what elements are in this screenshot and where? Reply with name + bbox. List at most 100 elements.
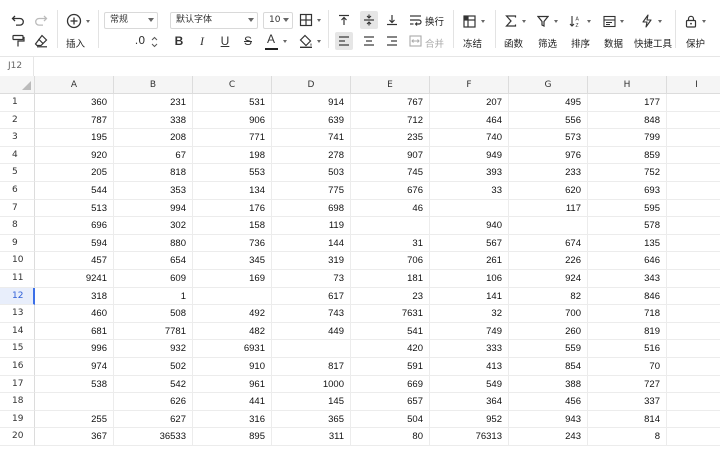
column-header-h[interactable]: H [588,76,667,94]
cell-f9[interactable]: 567 [430,234,509,253]
cell-f16[interactable]: 413 [430,358,509,376]
cell-e3[interactable]: 235 [351,129,430,147]
cell-e14[interactable]: 541 [351,322,430,341]
cell-c17[interactable]: 961 [193,375,272,394]
cell-c16[interactable]: 910 [193,358,272,376]
cell-d1[interactable]: 914 [272,94,351,112]
borders-caret[interactable] [317,19,321,22]
cell-g16[interactable]: 854 [509,358,588,376]
cell-a7[interactable]: 513 [35,199,114,218]
cell-b1[interactable]: 231 [114,94,193,112]
cell-b10[interactable]: 654 [114,252,193,270]
font-color-caret[interactable] [283,40,287,43]
bold-button[interactable]: B [172,34,186,48]
cell-c20[interactable]: 895 [193,428,272,446]
cell-a5[interactable]: 205 [35,164,114,182]
select-all-corner[interactable] [0,76,35,94]
cell-e12[interactable]: 23 [351,287,430,306]
cell-d19[interactable]: 365 [272,410,351,429]
cell-g7[interactable]: 117 [509,199,588,218]
cell-i15[interactable] [667,340,720,358]
cell-f5[interactable]: 393 [430,164,509,182]
cell-e1[interactable]: 767 [351,94,430,112]
align-top-icon[interactable] [336,12,352,28]
cell-a15[interactable]: 996 [35,340,114,358]
cell-i20[interactable] [667,428,720,446]
font-size-select[interactable]: 10 [263,12,293,29]
cell-e5[interactable]: 745 [351,164,430,182]
italic-button[interactable]: I [195,34,209,49]
sort-icon[interactable]: AZ [567,13,583,29]
cell-a12[interactable]: 318 [35,287,114,306]
fill-color-icon[interactable] [298,33,314,49]
filter-caret[interactable] [554,20,558,23]
fill-color-caret[interactable] [317,40,321,43]
cell-a6[interactable]: 544 [35,182,114,200]
row-header[interactable]: 6 [0,182,35,200]
borders-icon[interactable] [298,12,314,28]
cell-h5[interactable]: 752 [588,164,667,182]
column-header-b[interactable]: B [114,76,193,94]
cell-g12[interactable]: 82 [509,287,588,306]
row-header[interactable]: 7 [0,199,35,218]
cell-i10[interactable] [667,252,720,270]
cell-a3[interactable]: 195 [35,129,114,147]
cell-g9[interactable]: 674 [509,234,588,253]
cell-h16[interactable]: 70 [588,358,667,376]
cell-e13[interactable]: 7631 [351,305,430,323]
cell-e2[interactable]: 712 [351,111,430,130]
insert-dropdown-caret[interactable] [86,20,90,23]
cell-b15[interactable]: 932 [114,340,193,358]
cell-e11[interactable]: 181 [351,270,430,288]
cell-d3[interactable]: 741 [272,129,351,147]
cell-c15[interactable]: 6931 [193,340,272,358]
cell-i6[interactable] [667,182,720,200]
cell-c1[interactable]: 531 [193,94,272,112]
cell-c11[interactable]: 169 [193,270,272,288]
cell-b9[interactable]: 880 [114,234,193,253]
cell-d20[interactable]: 311 [272,428,351,446]
cell-h19[interactable]: 814 [588,410,667,429]
cell-f17[interactable]: 549 [430,375,509,394]
sigma-icon[interactable] [503,13,519,29]
align-bottom-icon[interactable] [384,12,400,28]
row-header[interactable]: 11 [0,270,35,288]
cell-c13[interactable]: 492 [193,305,272,323]
row-header[interactable]: 5 [0,164,35,182]
cell-g13[interactable]: 700 [509,305,588,323]
cell-g1[interactable]: 495 [509,94,588,112]
cell-e9[interactable]: 31 [351,234,430,253]
cell-g2[interactable]: 556 [509,111,588,130]
cell-d10[interactable]: 319 [272,252,351,270]
cell-d9[interactable]: 144 [272,234,351,253]
cell-f12[interactable]: 141 [430,287,509,306]
cell-h12[interactable]: 846 [588,287,667,306]
cell-i18[interactable] [667,393,720,411]
cell-a16[interactable]: 974 [35,358,114,376]
cell-a4[interactable]: 920 [35,146,114,165]
row-header[interactable]: 15 [0,340,35,358]
cell-e16[interactable]: 591 [351,358,430,376]
cell-d12[interactable]: 617 [272,287,351,306]
cell-g19[interactable]: 943 [509,410,588,429]
cell-a2[interactable]: 787 [35,111,114,130]
row-header[interactable]: 2 [0,111,35,130]
align-middle-icon[interactable] [361,12,377,28]
cell-g15[interactable]: 559 [509,340,588,358]
column-header-i[interactable]: I [667,76,720,94]
row-header[interactable]: 9 [0,234,35,253]
row-header[interactable]: 19 [0,410,35,429]
data-icon[interactable] [601,13,617,29]
freeze-caret[interactable] [481,20,485,23]
cell-g17[interactable]: 388 [509,375,588,394]
cell-b3[interactable]: 208 [114,129,193,147]
cell-c2[interactable]: 906 [193,111,272,130]
cell-e17[interactable]: 669 [351,375,430,394]
cell-f3[interactable]: 740 [430,129,509,147]
cell-i19[interactable] [667,411,720,429]
row-header[interactable]: 14 [0,322,35,341]
cell-b17[interactable]: 542 [114,375,193,394]
row-header[interactable]: 20 [0,428,35,446]
cell-e10[interactable]: 706 [351,252,430,270]
spreadsheet-grid[interactable]: A B C D E F G H I 1 360 231 531 914 767 207 495 177 2 787 33… [0,76,720,452]
